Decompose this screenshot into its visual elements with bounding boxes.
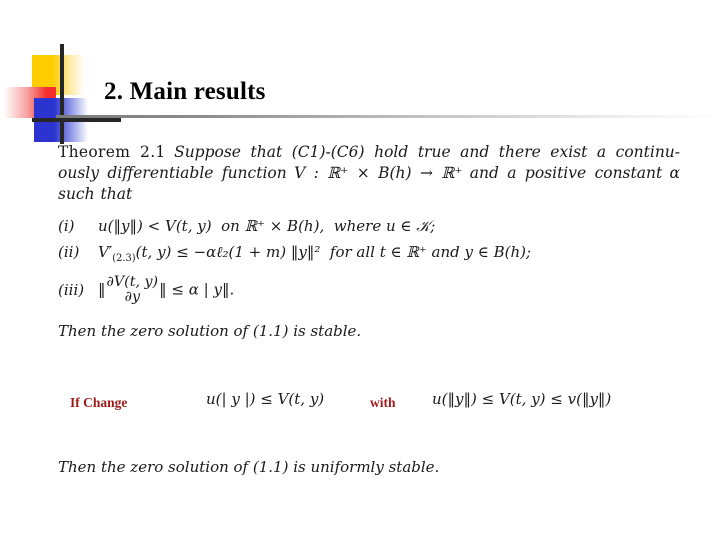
theorem-statement-tail: such that [58, 185, 133, 203]
condition-i-domain: on ℝ⁺ × B(h), [221, 217, 325, 235]
condition-tag-i: (i) [58, 217, 75, 235]
condition-ii-relation: ≤ [176, 243, 189, 261]
theorem-function-signature: V : ℝ⁺ × B(h) → ℝ⁺ [294, 164, 463, 182]
condition-body-ii: V′(2.3)(t, y) ≤ −αℓ₂(1 + m) ‖y‖² for all… [98, 244, 531, 267]
annotation-if-formula: u(| y |) ≤ V(t, y) [206, 390, 325, 408]
condition-i-lhs: u(‖y‖) [98, 217, 143, 235]
page-title: 2. Main results [104, 78, 266, 105]
condition-tag-iii: (iii) [58, 281, 85, 300]
condition-tag-ii: (ii) [58, 243, 80, 261]
annotation-with-label: with [370, 395, 396, 410]
theorem-statement: Theorem 2.1 Suppose that (C1)-(C6) hold … [58, 142, 680, 205]
condition-i-rhs: V(t, y) [164, 217, 212, 235]
condition-ii-qualifier: for all t ∈ ℝ⁺ and y ∈ B(h); [329, 243, 532, 261]
theorem-statement-mid-a: ously differentiable function [58, 164, 287, 182]
slide-canvas: 2. Main results Theorem 2.1 Suppose that… [0, 0, 720, 540]
theorem-constant-alpha: α [669, 164, 681, 182]
annotation-row: If Change u(| y |) ≤ V(t, y) with u(‖y‖)… [58, 386, 698, 416]
condition-body-iii: ‖ ∂V(t, y) ∂y ‖ ≤ α | y‖. [98, 274, 235, 305]
theorem-label: Theorem 2.1 [58, 143, 166, 161]
theorem-statement-lead: Suppose that (C1)-(C6) hold true and the… [174, 143, 681, 161]
theorem-statement-mid-b: and a positive constant [469, 164, 663, 182]
final-conclusion: Then the zero solution of (1.1) is unifo… [58, 458, 440, 476]
ornament-horizontal-line [32, 118, 121, 122]
condition-item-ii: (ii) V′(2.3)(t, y) ≤ −αℓ₂(1 + m) ‖y‖² fo… [58, 244, 684, 267]
condition-iii-relation: ≤ [171, 280, 184, 299]
theorem-condition-list: (i) u(‖y‖) < V(t, y) on ℝ⁺ × B(h), where… [58, 218, 684, 305]
condition-ii-lhs-args: (t, y) [135, 243, 172, 261]
theorem-conclusion: Then the zero solution of (1.1) is stabl… [58, 322, 362, 341]
condition-iii-rhs: α | y‖. [188, 280, 235, 299]
ornament-vertical-line [60, 44, 64, 144]
annotation-with-formula: u(‖y‖) ≤ V(t, y) ≤ v(‖y‖) [432, 390, 612, 408]
annotation-if-label: If Change [70, 395, 128, 410]
partial-derivative-fraction: ∂V(t, y) ∂y [107, 275, 159, 304]
header-ornament [0, 44, 121, 144]
condition-item-iii: (iii) ‖ ∂V(t, y) ∂y ‖ ≤ α | y‖. [58, 274, 684, 305]
condition-body-i: u(‖y‖) < V(t, y) on ℝ⁺ × B(h), where u ∈… [98, 218, 435, 235]
theorem-block: Theorem 2.1 Suppose that (C1)-(C6) hold … [58, 142, 684, 340]
condition-item-i: (i) u(‖y‖) < V(t, y) on ℝ⁺ × B(h), where… [58, 218, 684, 235]
condition-ii-lhs-base: V [98, 243, 109, 261]
fraction-numerator: ∂V(t, y) [106, 274, 159, 290]
condition-ii-rhs: −αℓ₂(1 + m) ‖y‖² [193, 243, 321, 261]
condition-i-qualifier: where u ∈ 𝒦; [333, 217, 436, 235]
fraction-denominator: ∂y [124, 288, 141, 305]
title-divider [56, 115, 720, 118]
condition-i-relation: < [147, 217, 161, 235]
condition-ii-lhs-subscript: (2.3) [112, 253, 136, 264]
